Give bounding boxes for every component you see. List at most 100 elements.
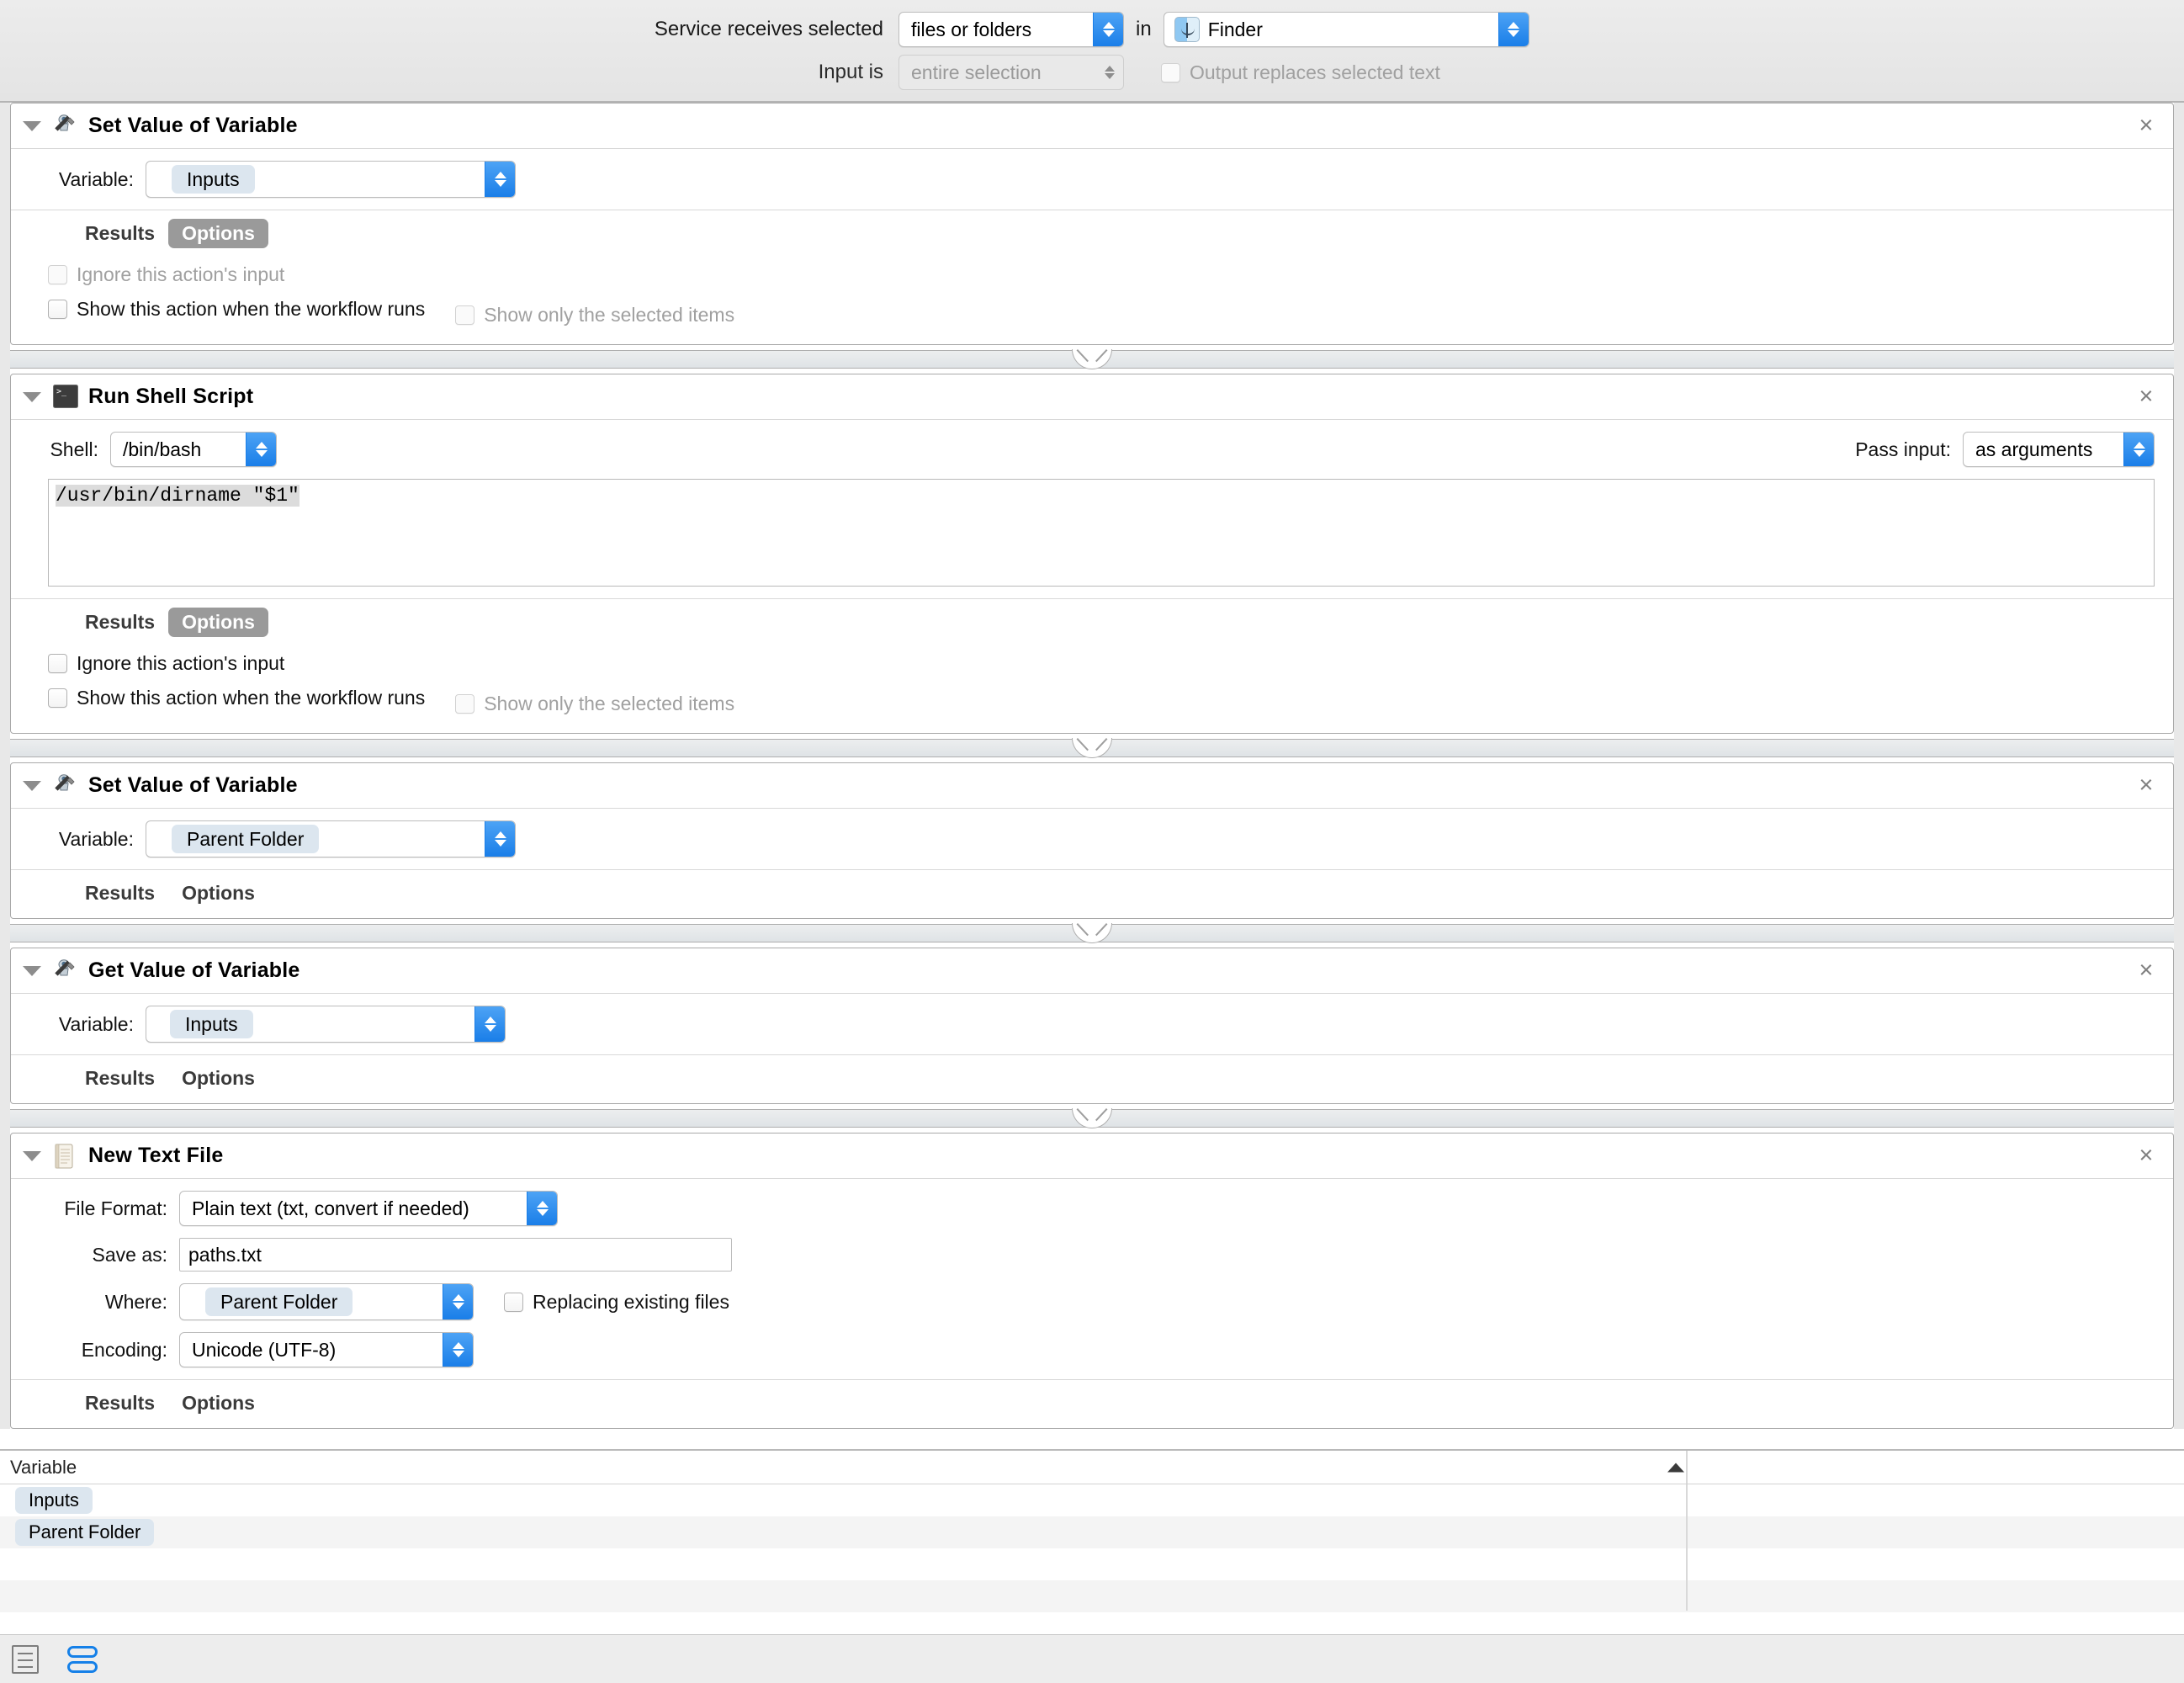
option-ignore-input-row: Ignore this action's input	[48, 263, 2173, 286]
chevron-up-icon[interactable]	[1667, 1463, 1684, 1472]
service-app-select[interactable]: Finder	[1163, 12, 1529, 47]
service-app-stepper-icon[interactable]	[1498, 13, 1529, 46]
where-select[interactable]: Parent Folder	[179, 1283, 474, 1320]
input-is-label: Input is	[818, 61, 883, 83]
variables-table-header[interactable]: Variable	[0, 1451, 2184, 1484]
service-settings-header: Service receives selected files or folde…	[0, 0, 2184, 103]
tab-options[interactable]: Options	[168, 1064, 268, 1093]
action-tabs[interactable]: Results Options	[11, 1379, 2173, 1428]
action-title: Set Value of Variable	[88, 773, 298, 797]
action-get-value-of-variable[interactable]: Get Value of Variable × Variable: Inputs…	[10, 948, 2174, 1104]
table-row[interactable]: Parent Folder	[0, 1516, 2184, 1548]
action-body: Variable: Inputs Results Options	[11, 994, 2173, 1103]
disclosure-triangle-icon[interactable]	[23, 965, 41, 976]
pass-input-select[interactable]: as arguments	[1963, 432, 2155, 467]
shell-label: Shell:	[50, 438, 98, 460]
pass-input-stepper-icon[interactable]	[2123, 433, 2154, 466]
show-selected-label: Show only the selected items	[484, 304, 735, 326]
workflow-canvas: Set Value of Variable × Variable: Inputs…	[0, 103, 2184, 1429]
service-receives-select[interactable]: files or folders	[899, 12, 1124, 47]
encoding-stepper-icon[interactable]	[443, 1333, 473, 1367]
option-show-action-row[interactable]: Show this action when the workflow runs	[48, 298, 425, 321]
action-header[interactable]: New Text File ×	[11, 1134, 2173, 1179]
show-action-checkbox[interactable]	[48, 688, 67, 708]
close-icon[interactable]: ×	[2136, 772, 2156, 797]
variable-select[interactable]: Inputs	[146, 161, 516, 198]
action-header[interactable]: Set Value of Variable ×	[11, 763, 2173, 809]
shell-script-editor[interactable]: /usr/bin/dirname "$1"	[48, 479, 2155, 587]
service-receives-stepper-icon[interactable]	[1093, 13, 1123, 46]
save-as-input[interactable]: paths.txt	[179, 1238, 732, 1272]
disclosure-triangle-icon[interactable]	[23, 780, 41, 791]
output-replaces-checkbox[interactable]	[1161, 62, 1180, 82]
action-header[interactable]: Get Value of Variable ×	[11, 948, 2173, 994]
column-divider[interactable]	[1686, 1451, 1688, 1484]
show-selected-checkbox	[455, 305, 475, 325]
disclosure-triangle-icon[interactable]	[23, 1150, 41, 1161]
bottom-toolbar	[0, 1634, 2184, 1683]
variable-value-pill: Inputs	[172, 164, 255, 194]
shell-script-selection: /usr/bin/dirname "$1"	[56, 485, 300, 507]
action-header[interactable]: >_ Run Shell Script ×	[11, 374, 2173, 420]
tab-results[interactable]: Results	[72, 608, 168, 637]
option-ignore-input-row[interactable]: Ignore this action's input	[48, 652, 2173, 675]
output-replaces-checkbox-row[interactable]: Output replaces selected text	[1161, 61, 1440, 84]
close-icon[interactable]: ×	[2136, 1143, 2156, 1167]
close-icon[interactable]: ×	[2136, 113, 2156, 137]
close-icon[interactable]: ×	[2136, 958, 2156, 982]
close-icon[interactable]: ×	[2136, 384, 2156, 408]
output-replaces-label: Output replaces selected text	[1190, 61, 1440, 83]
tab-options[interactable]: Options	[168, 1388, 268, 1418]
action-tabs[interactable]: Results Options	[11, 869, 2173, 918]
action-tabs[interactable]: Results Options	[11, 210, 2173, 258]
option-show-action-row[interactable]: Show this action when the workflow runs	[48, 687, 425, 709]
service-receives-value: files or folders	[911, 18, 1032, 40]
action-connector	[0, 1104, 2184, 1133]
disclosure-triangle-icon[interactable]	[23, 120, 41, 131]
encoding-select[interactable]: Unicode (UTF-8)	[179, 1332, 474, 1367]
variable-field-row: Variable: Inputs	[11, 161, 2173, 198]
shell-select[interactable]: /bin/bash	[110, 432, 277, 467]
action-options-panel: Ignore this action's input Show this act…	[11, 647, 2173, 733]
ignore-input-checkbox[interactable]	[48, 654, 67, 673]
variable-select[interactable]: Inputs	[146, 1006, 506, 1043]
variables-table-body[interactable]: Inputs Parent Folder	[0, 1484, 2184, 1612]
tab-results[interactable]: Results	[72, 1388, 168, 1418]
show-action-checkbox[interactable]	[48, 300, 67, 319]
tab-results[interactable]: Results	[72, 219, 168, 248]
tab-options[interactable]: Options	[168, 608, 268, 637]
replacing-existing-files-checkbox[interactable]	[504, 1292, 523, 1312]
action-header[interactable]: Set Value of Variable ×	[11, 104, 2173, 149]
log-list-icon[interactable]	[12, 1644, 39, 1674]
file-format-stepper-icon[interactable]	[527, 1192, 557, 1225]
svg-text:>_: >_	[56, 387, 67, 396]
variables-icon[interactable]	[67, 1645, 98, 1674]
replacing-existing-files-row[interactable]: Replacing existing files	[504, 1291, 729, 1314]
variable-select[interactable]: Parent Folder	[146, 820, 516, 857]
disclosure-triangle-icon[interactable]	[23, 391, 41, 402]
table-row[interactable]: Inputs	[0, 1484, 2184, 1516]
save-as-row: Save as: paths.txt	[11, 1238, 2173, 1272]
variable-stepper-icon[interactable]	[485, 821, 515, 857]
action-set-value-of-variable-inputs[interactable]: Set Value of Variable × Variable: Inputs…	[10, 103, 2174, 345]
action-tabs[interactable]: Results Options	[11, 598, 2173, 647]
tab-results[interactable]: Results	[72, 1064, 168, 1093]
action-tabs[interactable]: Results Options	[11, 1054, 2173, 1103]
variable-stepper-icon[interactable]	[474, 1006, 505, 1042]
automator-robot-variable-icon	[53, 958, 78, 984]
file-format-select[interactable]: Plain text (txt, convert if needed)	[179, 1191, 558, 1226]
shell-stepper-icon[interactable]	[246, 433, 276, 466]
input-is-stepper-icon	[1096, 56, 1123, 89]
file-format-row: File Format: Plain text (txt, convert if…	[11, 1191, 2173, 1226]
action-set-value-of-variable-parent-folder[interactable]: Set Value of Variable × Variable: Parent…	[10, 762, 2174, 919]
finder-icon	[1174, 17, 1200, 42]
action-run-shell-script[interactable]: >_ Run Shell Script × Shell: /bin/bash P…	[10, 374, 2174, 734]
tab-options[interactable]: Options	[168, 219, 268, 248]
variable-stepper-icon[interactable]	[485, 162, 515, 197]
tab-options[interactable]: Options	[168, 879, 268, 908]
variable-column-header[interactable]: Variable	[0, 1457, 77, 1479]
action-body: Variable: Inputs Results Options Ignore …	[11, 149, 2173, 344]
action-new-text-file[interactable]: New Text File × File Format: Plain text …	[10, 1133, 2174, 1429]
where-stepper-icon[interactable]	[443, 1284, 473, 1319]
tab-results[interactable]: Results	[72, 879, 168, 908]
